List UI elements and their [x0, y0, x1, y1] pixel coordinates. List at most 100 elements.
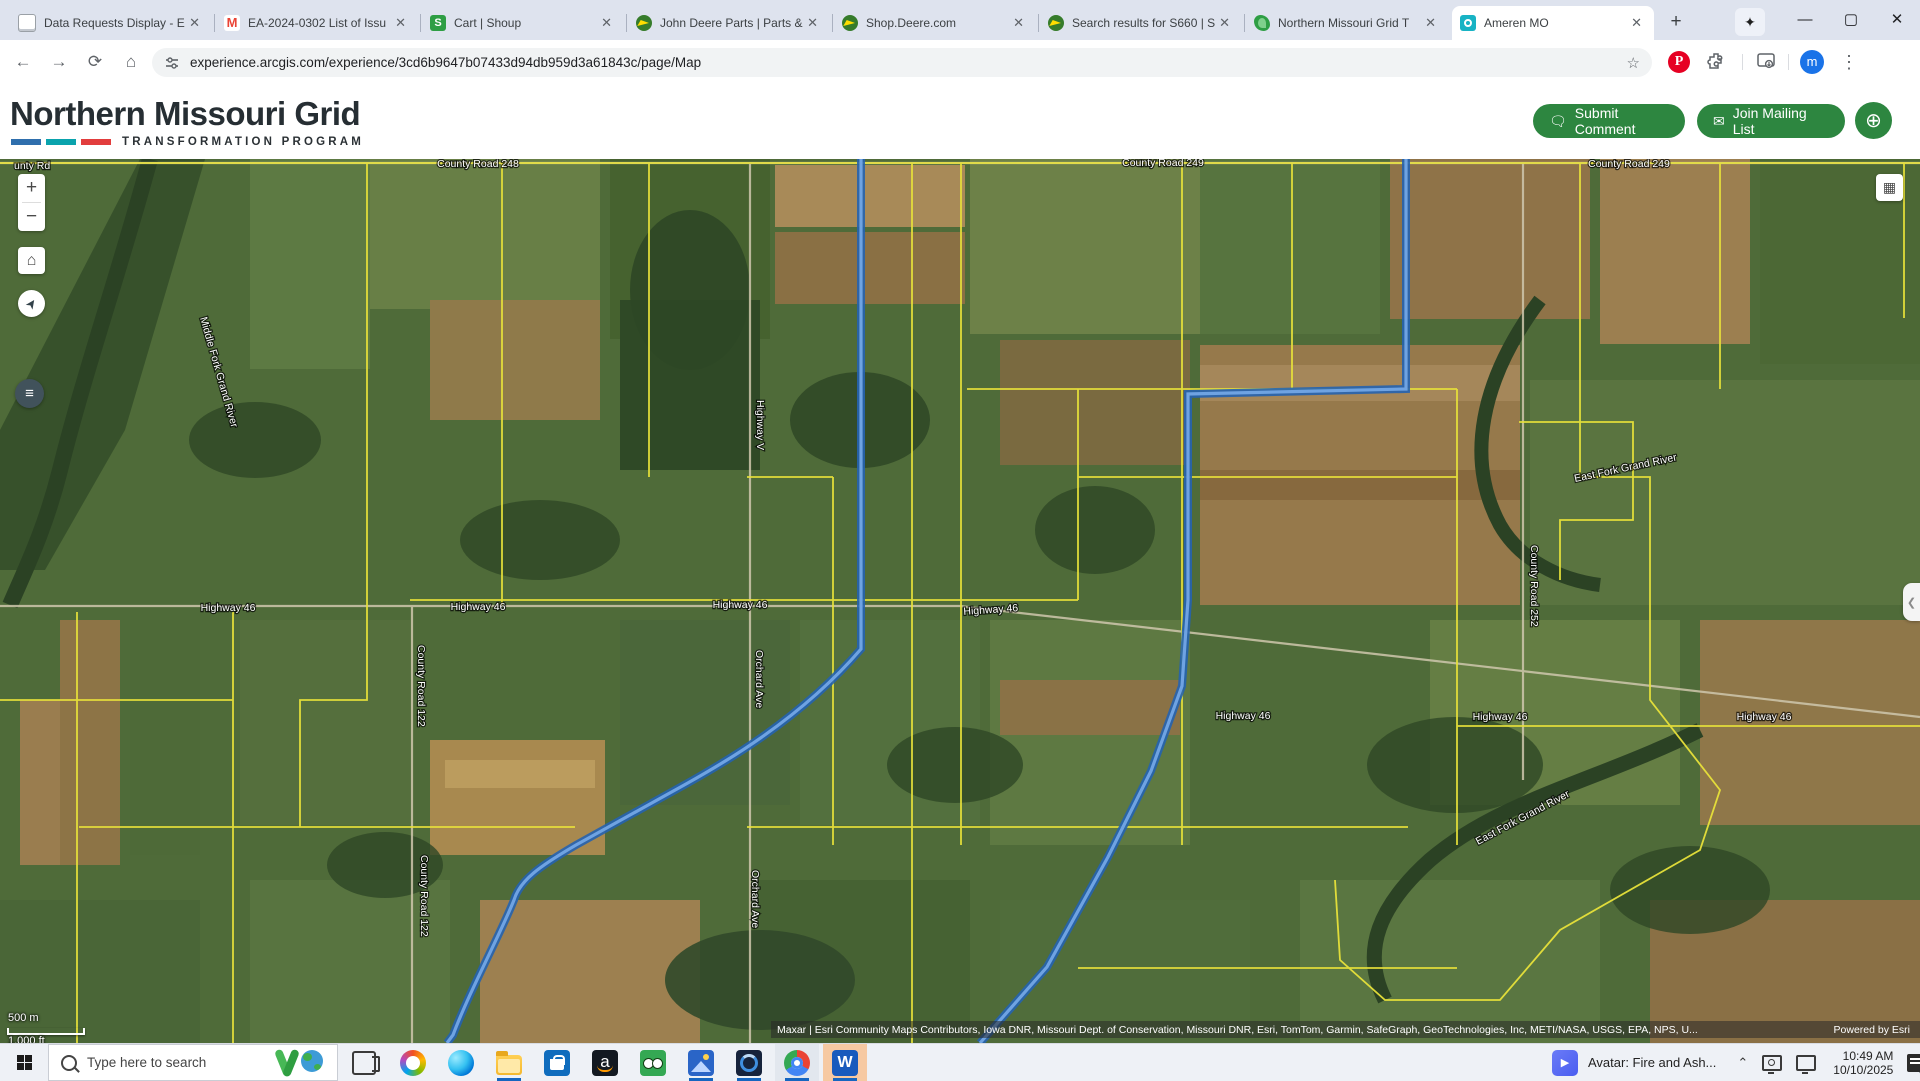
- notification-center-icon[interactable]: 2: [1907, 1054, 1920, 1072]
- overview-map-button[interactable]: ▦: [1876, 174, 1903, 201]
- save-page-icon[interactable]: [1756, 51, 1776, 71]
- clock-date: 10/10/2025: [1833, 1063, 1893, 1077]
- address-bar[interactable]: experience.arcgis.com/experience/3cd6b96…: [152, 48, 1652, 77]
- legend-list-icon: ≡: [25, 385, 34, 402]
- svg-text:County Road 122: County Road 122: [415, 645, 427, 727]
- browser-menu-icon[interactable]: ⋮: [1836, 49, 1862, 75]
- window-maximize-button[interactable]: ▢: [1828, 0, 1874, 38]
- taskbar-chrome[interactable]: [775, 1044, 819, 1081]
- home-icon[interactable]: ⌂: [118, 49, 144, 75]
- svg-text:Highway 46: Highway 46: [1473, 711, 1528, 723]
- back-icon[interactable]: ←: [10, 49, 36, 75]
- svg-text:County Road 122: County Road 122: [418, 855, 430, 937]
- tab-gmail[interactable]: M EA-2024-0302 List of Issu ✕: [216, 6, 418, 40]
- tab-close-icon[interactable]: ✕: [185, 15, 204, 31]
- ameren-favicon-icon: [1460, 15, 1476, 31]
- search-placeholder: Type here to search: [87, 1055, 206, 1070]
- start-button[interactable]: [0, 1044, 48, 1081]
- svg-text:Orchard Ave: Orchard Ave: [749, 870, 761, 928]
- powered-by-esri[interactable]: Powered by Esri: [1834, 1024, 1914, 1036]
- network-icon[interactable]: [1796, 1055, 1816, 1071]
- taskbar-file-explorer[interactable]: [487, 1044, 531, 1081]
- taskbar-microsoft-store[interactable]: [535, 1044, 579, 1081]
- legend-layers-button[interactable]: ≡: [15, 379, 44, 408]
- page-subtitle: TRANSFORMATION PROGRAM: [122, 136, 364, 148]
- tab-close-icon[interactable]: ✕: [1009, 15, 1028, 31]
- reload-icon[interactable]: ⟳: [82, 49, 108, 75]
- taskbar-tripadvisor[interactable]: [631, 1044, 675, 1081]
- taskbar-photos[interactable]: [679, 1044, 723, 1081]
- taskbar-search-input[interactable]: Type here to search: [48, 1044, 338, 1081]
- search-highlight-ribbon-globe-icon[interactable]: [277, 1048, 329, 1078]
- taskbar-media-app[interactable]: [727, 1044, 771, 1081]
- window-close-button[interactable]: ✕: [1874, 0, 1920, 38]
- zoom-out-button[interactable]: −: [18, 203, 45, 231]
- media-title[interactable]: Avatar: Fire and Ash...: [1588, 1055, 1716, 1070]
- globe-icon: ⊕: [1865, 108, 1882, 133]
- logo-bar-red: [81, 139, 111, 145]
- chevron-left-icon: ❮: [1907, 596, 1916, 609]
- tab-data-requests[interactable]: Data Requests Display - E ✕: [10, 6, 212, 40]
- submit-comment-button[interactable]: 🗨 Submit Comment: [1533, 104, 1685, 138]
- zoom-in-button[interactable]: +: [18, 174, 45, 202]
- taskbar-amazon[interactable]: a: [583, 1044, 627, 1081]
- john-deere-favicon-icon: [636, 15, 652, 31]
- meet-now-icon[interactable]: [1762, 1055, 1782, 1071]
- profile-avatar[interactable]: m: [1800, 50, 1824, 74]
- tray-expand-chevron-icon[interactable]: ⌃: [1737, 1055, 1748, 1071]
- extensions-puzzle-icon[interactable]: [1706, 51, 1726, 71]
- map-attribution: Maxar | Esri Community Maps Contributors…: [771, 1021, 1920, 1038]
- tab-close-icon[interactable]: ✕: [597, 15, 616, 31]
- tab-shoup-cart[interactable]: S Cart | Shoup ✕: [422, 6, 624, 40]
- clock-time: 10:49 AM: [1833, 1049, 1893, 1063]
- chrome-icon: [784, 1050, 810, 1076]
- svg-text:Highway 46: Highway 46: [451, 601, 506, 613]
- tab-close-icon[interactable]: ✕: [1627, 15, 1646, 31]
- copilot-icon: [400, 1050, 426, 1076]
- task-view-button[interactable]: [352, 1051, 376, 1075]
- tab-close-icon[interactable]: ✕: [1421, 15, 1440, 31]
- tab-john-deere-parts[interactable]: John Deere Parts | Parts & ✕: [628, 6, 830, 40]
- windows-logo-icon: [17, 1055, 32, 1070]
- tab-close-icon[interactable]: ✕: [391, 15, 410, 31]
- tab-ameren-mo-active[interactable]: Ameren MO ✕: [1452, 6, 1654, 40]
- tab-close-icon[interactable]: ✕: [1215, 15, 1234, 31]
- window-minimize-button[interactable]: —: [1782, 0, 1828, 38]
- side-panel-expand-handle[interactable]: ❮: [1903, 583, 1920, 621]
- scale-bar: [7, 1028, 85, 1035]
- tab-shop-deere[interactable]: Shop.Deere.com ✕: [834, 6, 1036, 40]
- media-playing-icon[interactable]: ▶: [1552, 1050, 1578, 1076]
- tab-close-icon[interactable]: ✕: [803, 15, 822, 31]
- browser-tab-bar: Data Requests Display - E ✕ M EA-2024-03…: [0, 0, 1920, 40]
- default-extent-home-button[interactable]: ⌂: [18, 247, 45, 274]
- url-text[interactable]: experience.arcgis.com/experience/3cd6b96…: [190, 55, 701, 70]
- page-title: Northern Missouri Grid: [10, 95, 360, 133]
- site-info-icon[interactable]: [164, 55, 180, 71]
- svg-text:Highway 46: Highway 46: [1216, 710, 1271, 722]
- shoup-favicon-icon: S: [430, 15, 446, 31]
- pinterest-extension-icon[interactable]: P: [1668, 51, 1690, 73]
- taskbar-word-active[interactable]: W: [823, 1044, 867, 1081]
- map-canvas[interactable]: unty Rd County Road 248 County Road 249 …: [0, 159, 1920, 1043]
- document-favicon-icon: [18, 14, 36, 32]
- new-tab-button[interactable]: +: [1662, 8, 1690, 36]
- join-mailing-list-button[interactable]: ✉ Join Mailing List: [1697, 104, 1845, 138]
- language-globe-button[interactable]: ⊕: [1855, 102, 1892, 139]
- word-icon: W: [832, 1050, 858, 1076]
- bookmark-star-icon[interactable]: ☆: [1627, 54, 1640, 72]
- tab-organize-icon[interactable]: ✦: [1735, 8, 1765, 36]
- satellite-map: unty Rd County Road 248 County Road 249 …: [0, 159, 1920, 1043]
- john-deere-favicon-icon: [842, 15, 858, 31]
- tab-search-s660[interactable]: Search results for S660 | S ✕: [1040, 6, 1242, 40]
- svg-text:Highway V: Highway V: [754, 400, 766, 450]
- locate-me-button[interactable]: ➤: [18, 290, 45, 317]
- store-icon: [544, 1050, 570, 1076]
- taskbar-clock[interactable]: 10:49 AM 10/10/2025: [1833, 1049, 1893, 1077]
- forward-icon[interactable]: →: [46, 49, 72, 75]
- taskbar-copilot[interactable]: [391, 1044, 435, 1081]
- file-explorer-icon: [496, 1055, 522, 1075]
- tab-northern-missouri-grid[interactable]: Northern Missouri Grid T ✕: [1246, 6, 1448, 40]
- taskbar-edge[interactable]: [439, 1044, 483, 1081]
- svg-text:County Road 249: County Road 249: [1588, 159, 1670, 170]
- ring-app-icon: [736, 1050, 762, 1076]
